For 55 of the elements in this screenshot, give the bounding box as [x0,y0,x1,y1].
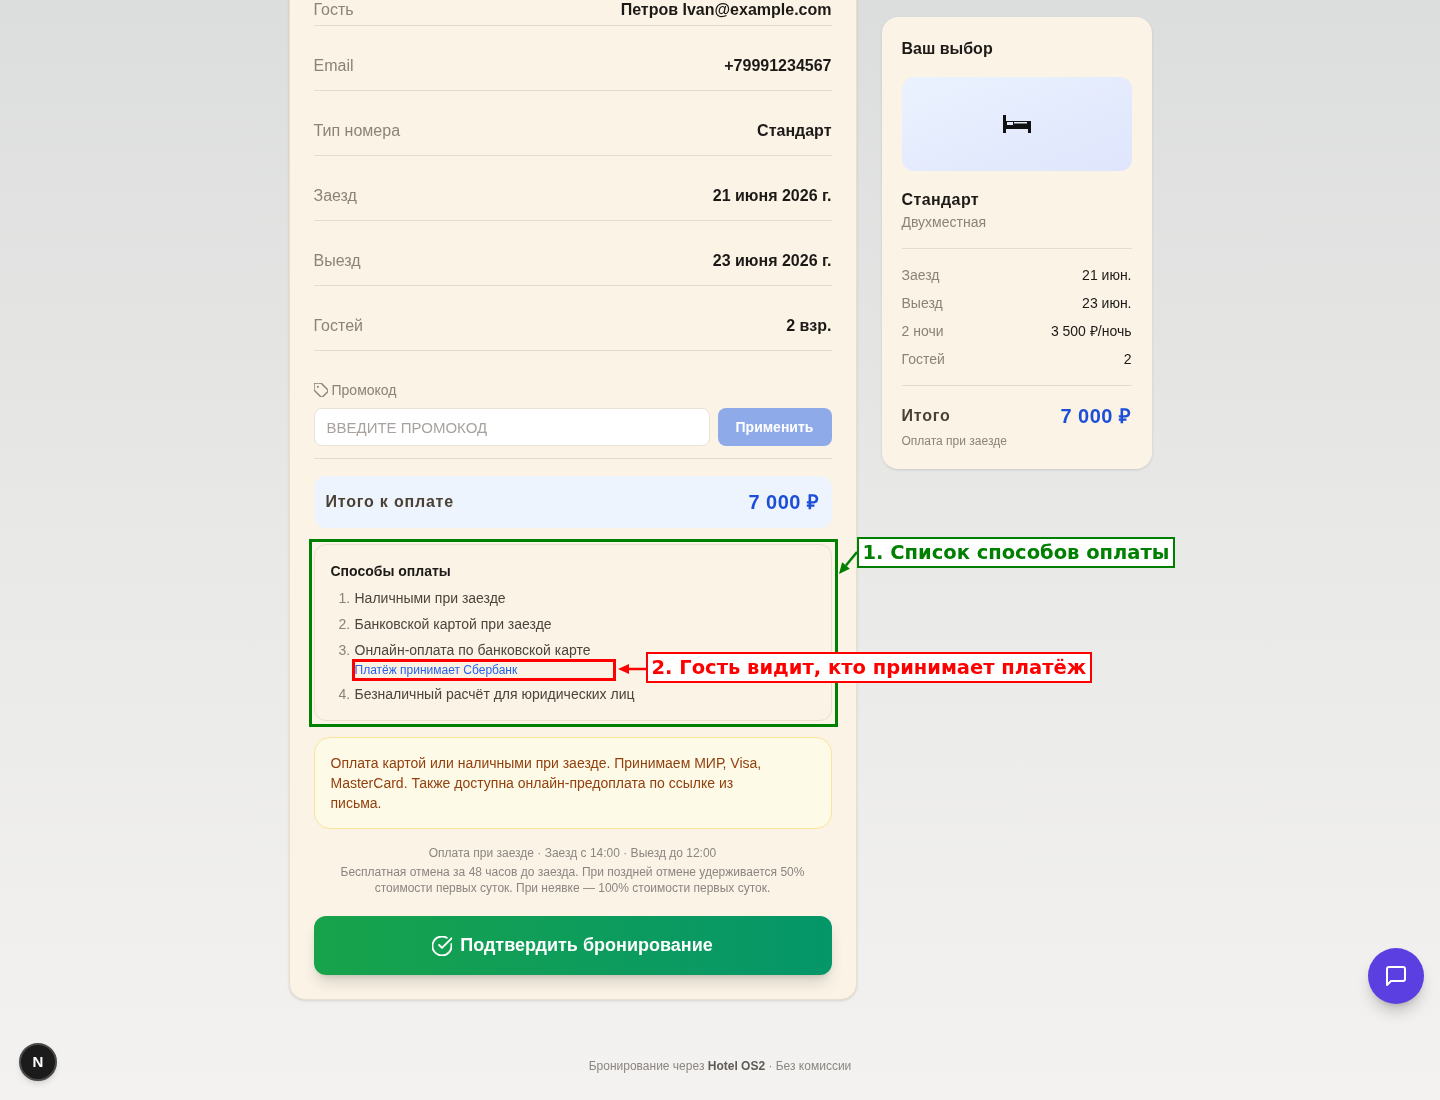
confirm-booking-button[interactable]: Подтвердить бронирование [313,916,832,975]
promo-label: Промокод [331,381,397,400]
detail-value: +79991234567 [724,56,832,76]
list-number: 1. [338,589,352,608]
arrow-icon [837,549,858,576]
summary-total-amount: 7 000 ₽ [1060,404,1132,429]
detail-label: Заезд [313,186,357,206]
arrow-icon [617,663,646,675]
summary-label: Выезд [901,294,943,313]
bed-icon [1002,115,1031,133]
summary-label: 2 ночи [901,322,944,341]
summary-title: Ваш выбор [901,39,994,59]
detail-value: 23 июня 2026 г. [712,251,832,271]
payment-method: Банковской картой при заезде [354,615,552,634]
detail-value: 2 взр. [786,316,832,336]
promo-input[interactable]: ВВЕДИТЕ ПРОМОКОД [313,408,710,446]
summary-value: 3 500 ₽/ночь [1050,322,1132,341]
detail-label: Тип номера [313,121,401,141]
payment-notice: Оплата картой или наличными при заезде. Принимаем МИР, Visa, MasterCard. Также доступна онлайн-предоплата по ссылке из письма. [313,737,832,829]
detail-label: Email [313,56,354,76]
detail-label: Выезд [313,251,361,271]
check-circle-icon [432,935,453,956]
detail-label: Гостей [313,316,363,336]
summary-value: 23 июн. [1082,294,1132,313]
summary-value: 21 июн. [1082,266,1132,285]
payment-method: Безналичный расчёт для юридических лиц [354,685,635,704]
dev-tools-button[interactable]: N [19,1043,57,1081]
footer-text: Бронирование через Hotel OS2 · Без комиссии [588,1058,852,1074]
cancellation-policy: Бесплатная отмена за 48 часов до заезда. При поздней отмене удерживается 50% стоимости первых суток. При неявке — 100% стоимости первых суток. [339,864,806,896]
summary-total-label: Итого [901,406,951,426]
list-number: 4. [338,685,352,704]
payment-method: Наличными при заезде [354,589,506,608]
annotation-label: 1. Список способов оплаты [856,537,1176,568]
chat-icon [1386,966,1406,986]
payment-method: Онлайн-оплата по банковской карте [354,641,591,660]
summary-value: 2 [1123,350,1132,369]
annotation-label: 2. Гость видит, кто принимает платёж [645,652,1093,683]
summary-label: Гостей [901,350,945,369]
summary-payment-note: Оплата при заезде [901,433,1008,449]
total-label: Итого к оплате [325,492,454,512]
list-number: 2. [338,615,352,634]
summary-label: Заезд [901,266,940,285]
room-name: Стандарт [901,190,981,210]
payment-methods-title: Способы оплаты [330,562,452,581]
detail-value: Петров Ivan@example.com [620,2,832,18]
total-amount: 7 000 ₽ [748,490,820,515]
room-type: Двухместная [901,213,988,232]
chat-button[interactable] [1368,948,1424,1004]
list-number: 3. [338,641,352,660]
detail-label: Гость [313,2,354,18]
payment-provider-note: Платёж принимает Сбербанк [354,662,518,678]
detail-value: Стандарт [757,121,832,141]
tag-icon [313,383,328,397]
detail-value: 21 июня 2026 г. [712,186,832,206]
policy-summary: Оплата при заезде · Заезд с 14:00 · Выезд до 12:00 [427,845,718,861]
